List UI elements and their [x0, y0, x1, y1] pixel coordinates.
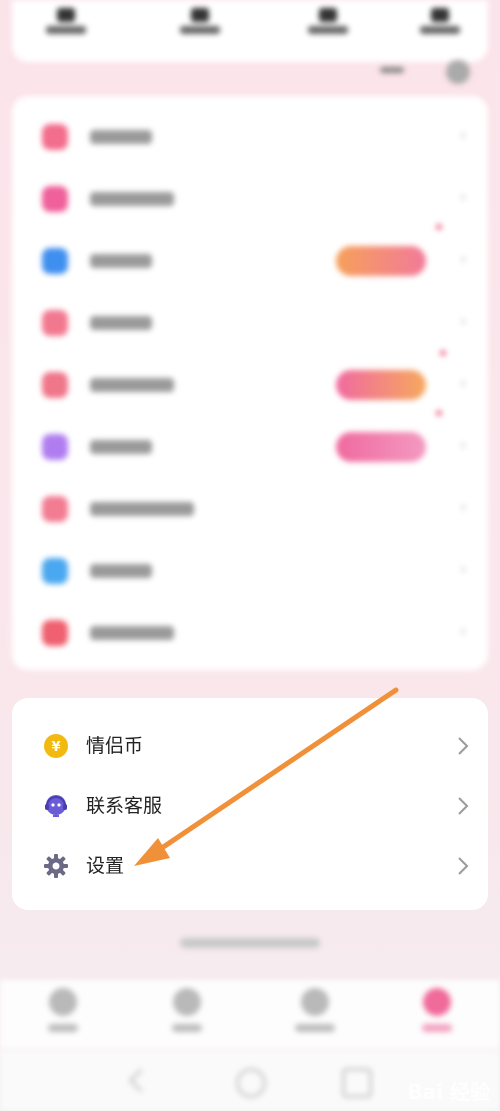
list-item[interactable]: ›	[12, 540, 488, 600]
menu-card: ¥ 情侣币 联系客服 设置	[12, 698, 488, 910]
menu-item-couple-coins[interactable]: ¥ 情侣币	[12, 716, 488, 776]
bottom-tab-bar	[0, 980, 500, 1050]
menu-item-label: 情侣币	[86, 735, 144, 757]
feature-list-card: › › › › › › › › ›	[12, 96, 488, 670]
chevron-right-icon	[458, 857, 469, 875]
menu-item-settings[interactable]: 设置	[12, 836, 488, 896]
stat-item[interactable]	[36, 8, 96, 34]
menu-item-label: 设置	[86, 855, 125, 877]
tab-item-active[interactable]	[402, 988, 472, 1044]
chevron-right-icon	[458, 797, 469, 815]
tab-item[interactable]	[28, 988, 98, 1044]
customer-service-icon	[45, 795, 67, 817]
list-item[interactable]: ›	[12, 168, 488, 228]
stat-item[interactable]	[298, 8, 358, 34]
stat-item[interactable]	[410, 8, 470, 34]
menu-item-customer-service[interactable]: 联系客服	[12, 776, 488, 836]
sparkle-decoration	[436, 410, 442, 416]
recents-icon[interactable]	[342, 1068, 372, 1098]
footer-note	[180, 938, 320, 948]
list-item[interactable]: ›	[12, 602, 488, 662]
tab-item[interactable]	[152, 988, 222, 1044]
list-item[interactable]: ›	[12, 292, 488, 352]
list-item[interactable]: ›	[12, 478, 488, 538]
back-icon[interactable]	[128, 1068, 153, 1093]
list-item[interactable]: ›	[12, 416, 488, 476]
list-item[interactable]: ›	[12, 230, 488, 290]
list-item[interactable]: ›	[12, 354, 488, 414]
tab-item[interactable]	[280, 988, 350, 1044]
stat-item[interactable]	[170, 8, 230, 34]
gear-icon	[44, 854, 68, 878]
chevron-right-icon	[458, 737, 469, 755]
home-icon[interactable]	[236, 1068, 266, 1098]
watermark: Bai 经验	[407, 1080, 490, 1104]
list-item[interactable]: ›	[12, 106, 488, 166]
stats-card	[12, 0, 488, 62]
stats-toggle[interactable]	[380, 60, 470, 84]
menu-item-label: 联系客服	[86, 795, 163, 817]
svg-text:¥: ¥	[51, 740, 60, 755]
sparkle-decoration	[436, 224, 442, 230]
yen-coin-icon: ¥	[44, 734, 68, 758]
sparkle-decoration	[440, 350, 446, 356]
